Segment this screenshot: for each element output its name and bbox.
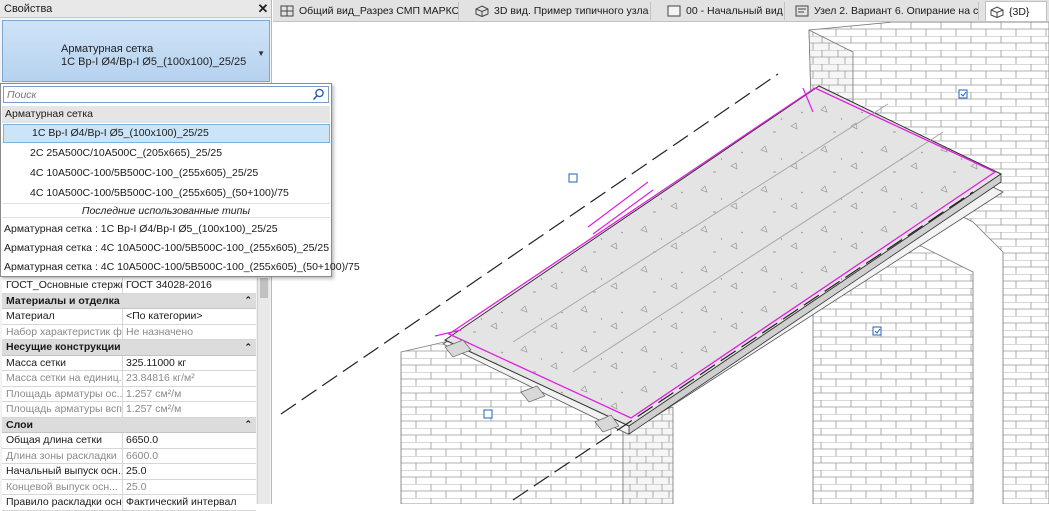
property-name: Масса сетки xyxy=(2,355,123,370)
property-row[interactable]: Материал <По категории> xyxy=(2,309,256,325)
detail-view-icon xyxy=(795,5,809,17)
dropdown-item[interactable]: 4С 10А500С-100/5В500С-100_(255x605)_25/2… xyxy=(2,164,330,183)
property-name: Площадь арматуры ос... xyxy=(2,386,123,401)
property-value[interactable]: ГОСТ 34028-2016 xyxy=(123,278,256,293)
property-row[interactable]: Длина зоны раскладки 6600.0 xyxy=(2,448,256,464)
scrollbar-thumb[interactable] xyxy=(260,278,268,298)
dropdown-group-header: Арматурная сетка xyxy=(2,106,330,123)
section-view-icon xyxy=(280,5,294,17)
tab-start-view[interactable]: 00 - Начальный вид xyxy=(663,2,785,20)
property-name: Начальный выпуск осн... xyxy=(2,464,123,479)
property-name: Набор характеристик ф... xyxy=(2,324,123,339)
type-dropdown: Арматурная сетка 1С Вр-I Ø4/Вр-I Ø5_(100… xyxy=(0,83,360,277)
property-row[interactable]: Начальный выпуск осн... 25.0 xyxy=(2,464,256,480)
properties-title: Свойства xyxy=(4,2,53,15)
property-value[interactable]: Фактический интервал xyxy=(123,495,256,510)
tab-3d-default[interactable]: {3D} xyxy=(985,1,1047,21)
property-value: 6600.0 xyxy=(126,449,159,462)
dropdown-item[interactable]: 4С 10А500С-100/5В500С-100_(255x605)_(50+… xyxy=(2,184,330,203)
property-value: 1.257 см²/м xyxy=(126,387,182,400)
tab-node-2-variant-6[interactable]: Узел 2. Вариант 6. Опирание на с... xyxy=(791,2,979,20)
property-value: 25.0 xyxy=(126,480,147,493)
property-row[interactable]: Масса сетки 325.11000 кг xyxy=(2,355,256,371)
search-input[interactable] xyxy=(7,88,307,101)
model-drawing xyxy=(280,22,1049,504)
recent-type-item[interactable]: Арматурная сетка : 1С Вр-I Ø4/Вр-I Ø5_(1… xyxy=(2,219,330,239)
chevron-up-icon[interactable]: ⌃ xyxy=(244,295,252,306)
property-group-label: Слои xyxy=(6,418,33,431)
tab-label: 00 - Начальный вид xyxy=(686,5,783,17)
property-group-header[interactable]: Материалы и отделка ⌃ xyxy=(2,293,256,309)
property-scrollbar[interactable] xyxy=(257,278,270,504)
search-icon[interactable] xyxy=(312,88,325,101)
property-name: Правило раскладки осн... xyxy=(2,495,123,510)
tab-label: Общий вид_Разрез СМП МАРКО... xyxy=(299,5,459,17)
type-search-box[interactable] xyxy=(3,86,329,103)
type-name: 1С Вр-I Ø4/Вр-I Ø5_(100x100)_25/25 xyxy=(61,56,247,68)
tab-section-view[interactable]: Общий вид_Разрез СМП МАРКО... xyxy=(276,2,459,20)
property-row[interactable]: Площадь арматуры ос... 1.257 см²/м xyxy=(2,386,256,402)
property-group-header[interactable]: Слои ⌃ xyxy=(2,417,256,433)
property-name: Площадь арматуры всп... xyxy=(2,402,123,417)
tab-label: 3D вид. Пример типичного узла xyxy=(494,5,649,17)
property-value[interactable]: 6650.0 xyxy=(123,433,256,448)
property-name: Длина зоны раскладки xyxy=(2,448,123,463)
property-name: Концевой выпуск осн... xyxy=(2,479,123,494)
property-row[interactable]: Масса сетки на единиц... 23.84816 кг/м² xyxy=(2,371,256,387)
chevron-down-icon[interactable]: ▼ xyxy=(257,49,265,58)
3d-view-icon xyxy=(475,5,489,17)
chevron-up-icon[interactable]: ⌃ xyxy=(244,419,252,430)
recent-type-item[interactable]: Арматурная сетка : 4С 10А500С-100/5В500С… xyxy=(2,257,360,277)
type-selector[interactable]: Арматурная сетка 1С Вр-I Ø4/Вр-I Ø5_(100… xyxy=(2,20,270,82)
property-row[interactable]: Площадь арматуры всп... 1.257 см²/м xyxy=(2,402,256,418)
chevron-up-icon[interactable]: ⌃ xyxy=(244,342,252,353)
property-row[interactable]: ГОСТ_Основные стержни ГОСТ 34028-2016 xyxy=(2,278,256,294)
property-row[interactable]: Набор характеристик ф... Не назначено xyxy=(2,324,256,340)
property-value: 23.84816 кг/м² xyxy=(126,372,195,384)
property-row[interactable]: Общая длина сетки 6650.0 xyxy=(2,433,256,449)
property-grid: ГОСТ_Основные стержни ГОСТ 34028-2016 Мате… xyxy=(2,278,256,511)
dropdown-item[interactable]: 1С Вр-I Ø4/Вр-I Ø5_(100x100)_25/25 xyxy=(3,124,330,143)
property-name: Общая длина сетки xyxy=(2,433,123,448)
dropdown-item[interactable]: 2С 25А500С/10А500С_(205x665)_25/25 xyxy=(2,144,330,163)
property-row[interactable]: Правило раскладки осн... Фактический инте… xyxy=(2,495,256,511)
property-group-header[interactable]: Несущие конструкции ⌃ xyxy=(2,340,256,356)
property-group-label: Несущие конструкции xyxy=(6,341,121,354)
property-name: Масса сетки на единиц... xyxy=(2,371,123,386)
3d-view-icon xyxy=(990,5,1004,18)
recent-types-header: Последние использованные типы xyxy=(2,203,330,218)
property-value[interactable]: 25.0 xyxy=(123,464,256,479)
3d-viewport[interactable] xyxy=(273,22,1049,504)
property-value: Не назначено xyxy=(126,325,194,338)
properties-title-bar: Свойства ✕ xyxy=(0,0,271,18)
close-icon[interactable]: ✕ xyxy=(255,1,271,17)
view-tab-bar: Общий вид_Разрез СМП МАРКО... 3D вид. Пр… xyxy=(273,0,1049,22)
property-name: Материал xyxy=(2,309,123,324)
tab-label: Узел 2. Вариант 6. Опирание на с... xyxy=(814,5,979,17)
type-family-name: Арматурная сетка xyxy=(61,43,154,55)
property-name: ГОСТ_Основные стержни xyxy=(2,278,123,293)
tab-label: {3D} xyxy=(1009,5,1030,18)
property-value: 1.257 см²/м xyxy=(126,403,182,415)
property-value[interactable]: <По категории> xyxy=(123,309,256,324)
sheet-icon xyxy=(667,5,681,17)
property-group-label: Материалы и отделка xyxy=(6,294,120,307)
property-value[interactable]: 325.11000 кг xyxy=(123,356,256,371)
tab-3d-typical-node[interactable]: 3D вид. Пример типичного узла xyxy=(471,2,651,20)
rebar-mesh-thumbnail-icon xyxy=(7,27,55,75)
recent-type-item[interactable]: Арматурная сетка : 4С 10А500С-100/5В500С… xyxy=(2,238,330,258)
property-row[interactable]: Концевой выпуск осн... 25.0 xyxy=(2,479,256,495)
